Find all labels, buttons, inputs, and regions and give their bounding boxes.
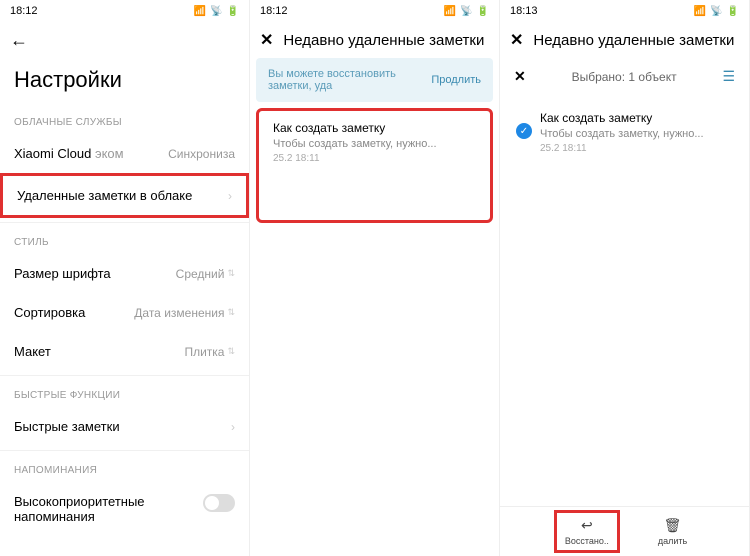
section-cloud-label: ОБЛАЧНЫЕ СЛУЖБЫ bbox=[0, 107, 249, 134]
status-icons: 📶 📡 🔋 bbox=[694, 6, 739, 17]
note-title: Как создать заметку bbox=[273, 121, 476, 135]
note-preview: Чтобы создать заметку, нужно... bbox=[273, 138, 476, 150]
check-icon[interactable]: ✓ bbox=[516, 123, 532, 139]
note-item-selected[interactable]: ✓ Как создать заметку Чтобы создать заме… bbox=[506, 101, 743, 164]
row-layout[interactable]: Макет Плитка⇅ bbox=[0, 332, 249, 371]
xiaomi-suffix: эком bbox=[95, 146, 124, 161]
xiaomi-value: Синхрониза bbox=[168, 147, 235, 161]
time: 18:13 bbox=[510, 5, 538, 17]
bottom-action-bar: ↩ Восстано.. 🗑 далить bbox=[500, 506, 749, 556]
quick-label: Быстрые заметки bbox=[14, 419, 120, 434]
section-quick-label: БЫСТРЫЕ ФУНКЦИИ bbox=[0, 380, 249, 407]
back-arrow-icon[interactable]: ← bbox=[10, 30, 28, 51]
restore-button[interactable]: ↩ Восстано.. bbox=[554, 510, 620, 553]
updown-icon: ⇅ bbox=[227, 349, 235, 354]
statusbar: 18:13 📶 📡 🔋 bbox=[500, 0, 749, 22]
close-icon[interactable]: ✕ bbox=[260, 30, 273, 50]
divider bbox=[0, 450, 249, 451]
section-reminders-label: НАПОМИНАНИЯ bbox=[0, 455, 249, 482]
row-sort[interactable]: Сортировка Дата изменения⇅ bbox=[0, 293, 249, 332]
note-title: Как создать заметку bbox=[540, 111, 729, 125]
trash-icon: 🗑 bbox=[664, 517, 682, 534]
restore-label: Восстано.. bbox=[565, 536, 609, 546]
sort-value: Дата изменения bbox=[134, 306, 224, 320]
section-style-label: СТИЛЬ bbox=[0, 227, 249, 254]
battery-icon: 🔋 bbox=[227, 6, 239, 17]
header-title: Недавно удаленные заметки bbox=[283, 32, 484, 49]
delete-button[interactable]: 🗑 далить bbox=[650, 513, 695, 550]
restore-icon: ↩ bbox=[581, 517, 593, 534]
signal-icon: 📶 bbox=[444, 6, 456, 17]
chevron-right-icon: › bbox=[228, 189, 232, 203]
select-all-icon[interactable]: ☰ bbox=[722, 68, 735, 85]
toggle-switch[interactable] bbox=[203, 494, 235, 512]
status-icons: 📶 📡 🔋 bbox=[444, 6, 489, 17]
deleted-label: Удаленные заметки в облаке bbox=[17, 188, 192, 203]
info-banner[interactable]: Вы можете восстановить заметки, уда Прод… bbox=[256, 58, 493, 102]
header-title: Недавно удаленные заметки bbox=[533, 32, 734, 49]
updown-icon: ⇅ bbox=[227, 271, 235, 276]
signal-icon: 📶 bbox=[694, 6, 706, 17]
wifi-icon: 📡 bbox=[460, 6, 472, 17]
close-icon[interactable]: ✕ bbox=[510, 30, 523, 50]
statusbar: 18:12 📶 📡 🔋 bbox=[0, 0, 249, 22]
font-label: Размер шрифта bbox=[14, 266, 111, 281]
battery-icon: 🔋 bbox=[477, 6, 489, 17]
banner-text: Вы можете восстановить заметки, уда bbox=[268, 68, 431, 92]
page-title: Настройки bbox=[0, 59, 249, 107]
sort-label: Сортировка bbox=[14, 305, 85, 320]
layout-label: Макет bbox=[14, 344, 51, 359]
time: 18:12 bbox=[260, 5, 288, 17]
note-preview: Чтобы создать заметку, нужно... bbox=[540, 128, 729, 140]
time: 18:12 bbox=[10, 5, 38, 17]
banner-action[interactable]: Продлить bbox=[431, 74, 481, 86]
header: ✕ Недавно удаленные заметки bbox=[250, 22, 499, 58]
screen-deleted-selection: 18:13 📶 📡 🔋 ✕ Недавно удаленные заметки … bbox=[500, 0, 750, 556]
xiaomi-label: Xiaomi Cloud bbox=[14, 146, 91, 161]
screen-deleted-list: 18:12 📶 📡 🔋 ✕ Недавно удаленные заметки … bbox=[250, 0, 500, 556]
note-date: 25.2 18:11 bbox=[273, 153, 476, 164]
layout-value: Плитка bbox=[184, 345, 224, 359]
header: ← bbox=[0, 22, 249, 59]
font-value: Средний bbox=[176, 267, 225, 281]
row-quick-notes[interactable]: Быстрые заметки › bbox=[0, 407, 249, 446]
statusbar: 18:12 📶 📡 🔋 bbox=[250, 0, 499, 22]
reminders-label: Высокоприоритетные напоминания bbox=[14, 494, 174, 524]
selection-bar: ✕ Выбрано: 1 объект ☰ bbox=[500, 58, 749, 95]
divider bbox=[0, 375, 249, 376]
delete-label: далить bbox=[658, 536, 687, 546]
selection-count: Выбрано: 1 объект bbox=[526, 70, 723, 84]
chevron-right-icon: › bbox=[231, 420, 235, 434]
header: ✕ Недавно удаленные заметки bbox=[500, 22, 749, 58]
row-xiaomi-cloud[interactable]: Xiaomi Cloud эком Синхрониза bbox=[0, 134, 249, 173]
battery-icon: 🔋 bbox=[727, 6, 739, 17]
row-font-size[interactable]: Размер шрифта Средний⇅ bbox=[0, 254, 249, 293]
note-item[interactable]: Как создать заметку Чтобы создать заметк… bbox=[256, 108, 493, 223]
row-reminders[interactable]: Высокоприоритетные напоминания bbox=[0, 482, 249, 536]
divider bbox=[0, 222, 249, 223]
wifi-icon: 📡 bbox=[210, 6, 222, 17]
screen-settings: 18:12 📶 📡 🔋 ← Настройки ОБЛАЧНЫЕ СЛУЖБЫ … bbox=[0, 0, 250, 556]
signal-icon: 📶 bbox=[194, 6, 206, 17]
note-date: 25.2 18:11 bbox=[540, 143, 729, 154]
status-icons: 📶 📡 🔋 bbox=[194, 6, 239, 17]
updown-icon: ⇅ bbox=[227, 310, 235, 315]
cancel-selection-icon[interactable]: ✕ bbox=[514, 68, 526, 85]
wifi-icon: 📡 bbox=[710, 6, 722, 17]
row-deleted-notes[interactable]: Удаленные заметки в облаке › bbox=[0, 173, 249, 218]
